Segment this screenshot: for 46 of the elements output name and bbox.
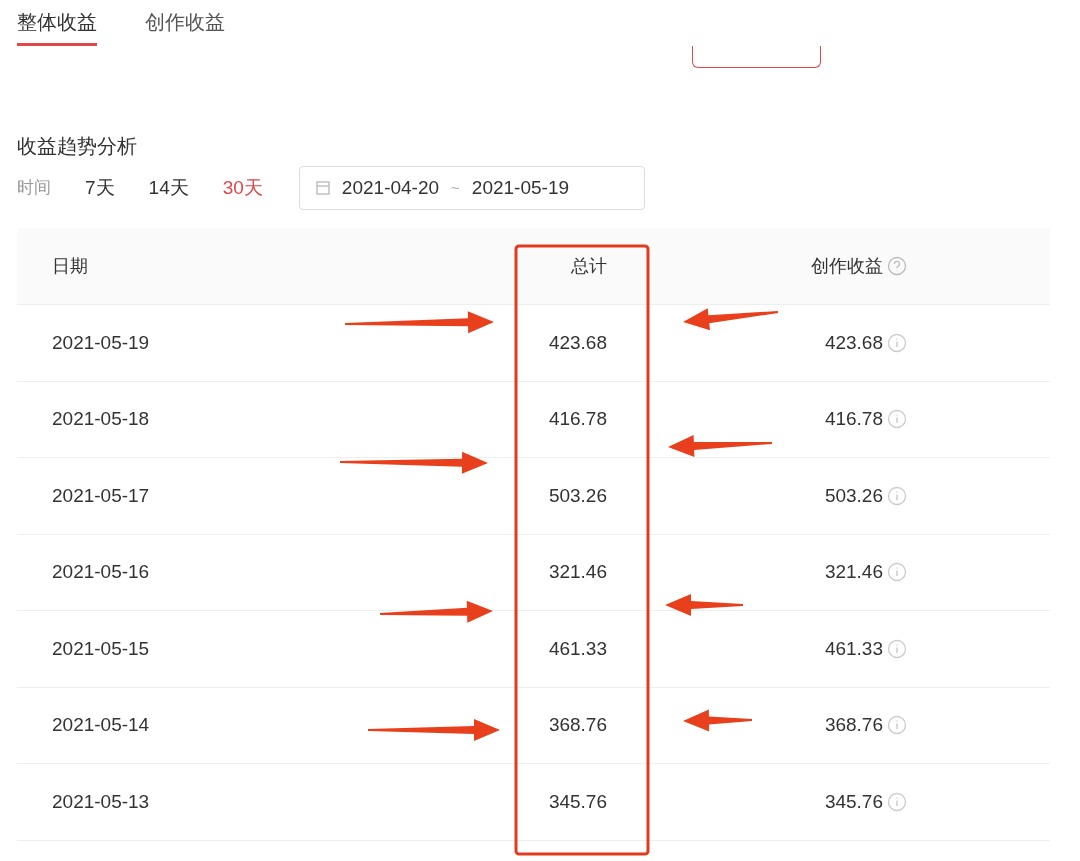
earnings-cell-text: 423.68 — [824, 330, 883, 355]
period-option[interactable]: 14天 — [148, 173, 189, 203]
column-header: 总计 — [571, 254, 607, 278]
start-date: 2021-04-20 — [341, 175, 440, 200]
info-icon[interactable] — [887, 638, 907, 659]
date-cell: 2021-05-17 — [52, 484, 150, 506]
earnings-cell-text: 461.33 — [824, 636, 883, 661]
total-cell-text: 321.46 — [548, 560, 607, 584]
column-header: 日期 — [52, 255, 88, 276]
period-option[interactable]: 30天 — [222, 173, 263, 203]
date-cell: 2021-05-19 — [52, 331, 150, 353]
total-cell-text: 368.76 — [548, 713, 607, 737]
date-cell: 2021-05-15 — [52, 637, 150, 659]
earnings-cell-text: 321.46 — [824, 560, 883, 584]
info-icon[interactable] — [887, 332, 907, 353]
tab[interactable]: 创作收益 — [145, 0, 225, 46]
total-cell-text: 461.33 — [548, 636, 607, 661]
earnings-cell-text: 368.76 — [824, 713, 883, 737]
button-outline[interactable] — [692, 46, 821, 68]
help-icon[interactable] — [887, 256, 907, 276]
column-header: 创作收益 — [811, 254, 883, 278]
section-title: 收益趋势分析 — [16, 134, 138, 159]
earnings-cell-text: 416.78 — [824, 407, 883, 431]
tab[interactable]: 整体收益 — [17, 0, 97, 46]
total-cell-text: 423.68 — [548, 330, 607, 355]
filter-label: 时间 — [17, 177, 51, 200]
date-cell: 2021-05-16 — [52, 561, 150, 582]
earnings-cell-text: 345.76 — [824, 789, 883, 814]
info-icon[interactable] — [887, 562, 907, 583]
date-cell: 2021-05-14 — [52, 714, 150, 735]
date-separator: ~ — [451, 177, 460, 198]
date-cell: 2021-05-13 — [52, 790, 150, 812]
total-cell-text: 345.76 — [548, 789, 607, 814]
total-cell-text: 416.78 — [548, 407, 607, 431]
end-date: 2021-05-19 — [471, 175, 570, 200]
arrow — [683, 709, 752, 732]
info-icon[interactable] — [887, 791, 907, 812]
date-cell: 2021-05-18 — [52, 408, 150, 429]
period-option[interactable]: 7天 — [85, 173, 115, 203]
info-icon[interactable] — [887, 409, 907, 430]
info-icon[interactable] — [887, 715, 907, 736]
total-cell-text: 503.26 — [548, 483, 607, 508]
earnings-cell-text: 503.26 — [824, 483, 883, 508]
date-range-field[interactable]: 2021-04-20 ~ 2021-05-19 — [298, 166, 645, 210]
calendar-icon — [315, 181, 330, 195]
info-icon[interactable] — [887, 485, 907, 506]
